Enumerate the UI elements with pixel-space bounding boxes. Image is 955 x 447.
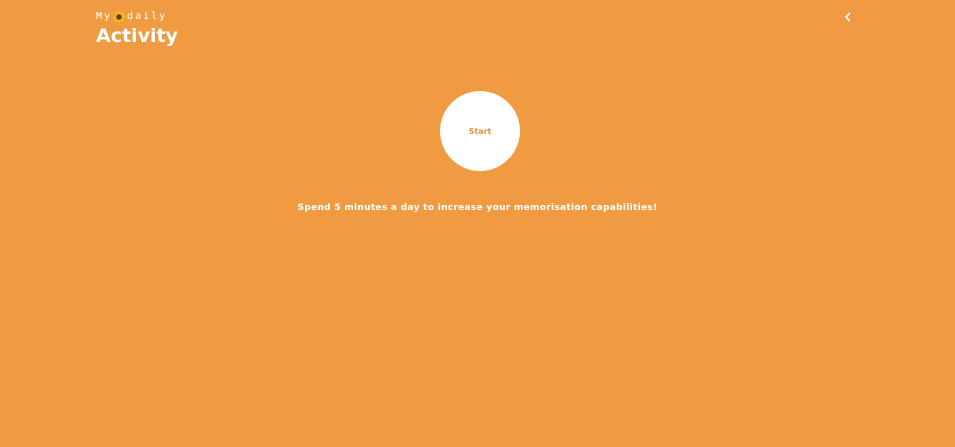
logo-prefix: My [96, 11, 113, 22]
logo-subtitle: My daily [96, 10, 178, 24]
sunflower-icon [113, 11, 125, 23]
app-logo: My daily Activity [96, 10, 178, 47]
back-button[interactable] [841, 9, 855, 23]
logo-title: Activity [96, 25, 178, 47]
start-button[interactable]: Start [440, 91, 520, 171]
logo-suffix: daily [127, 11, 168, 22]
tagline-text: Spend 5 minutes a day to increase your m… [297, 203, 658, 213]
chevron-left-icon [845, 12, 851, 22]
